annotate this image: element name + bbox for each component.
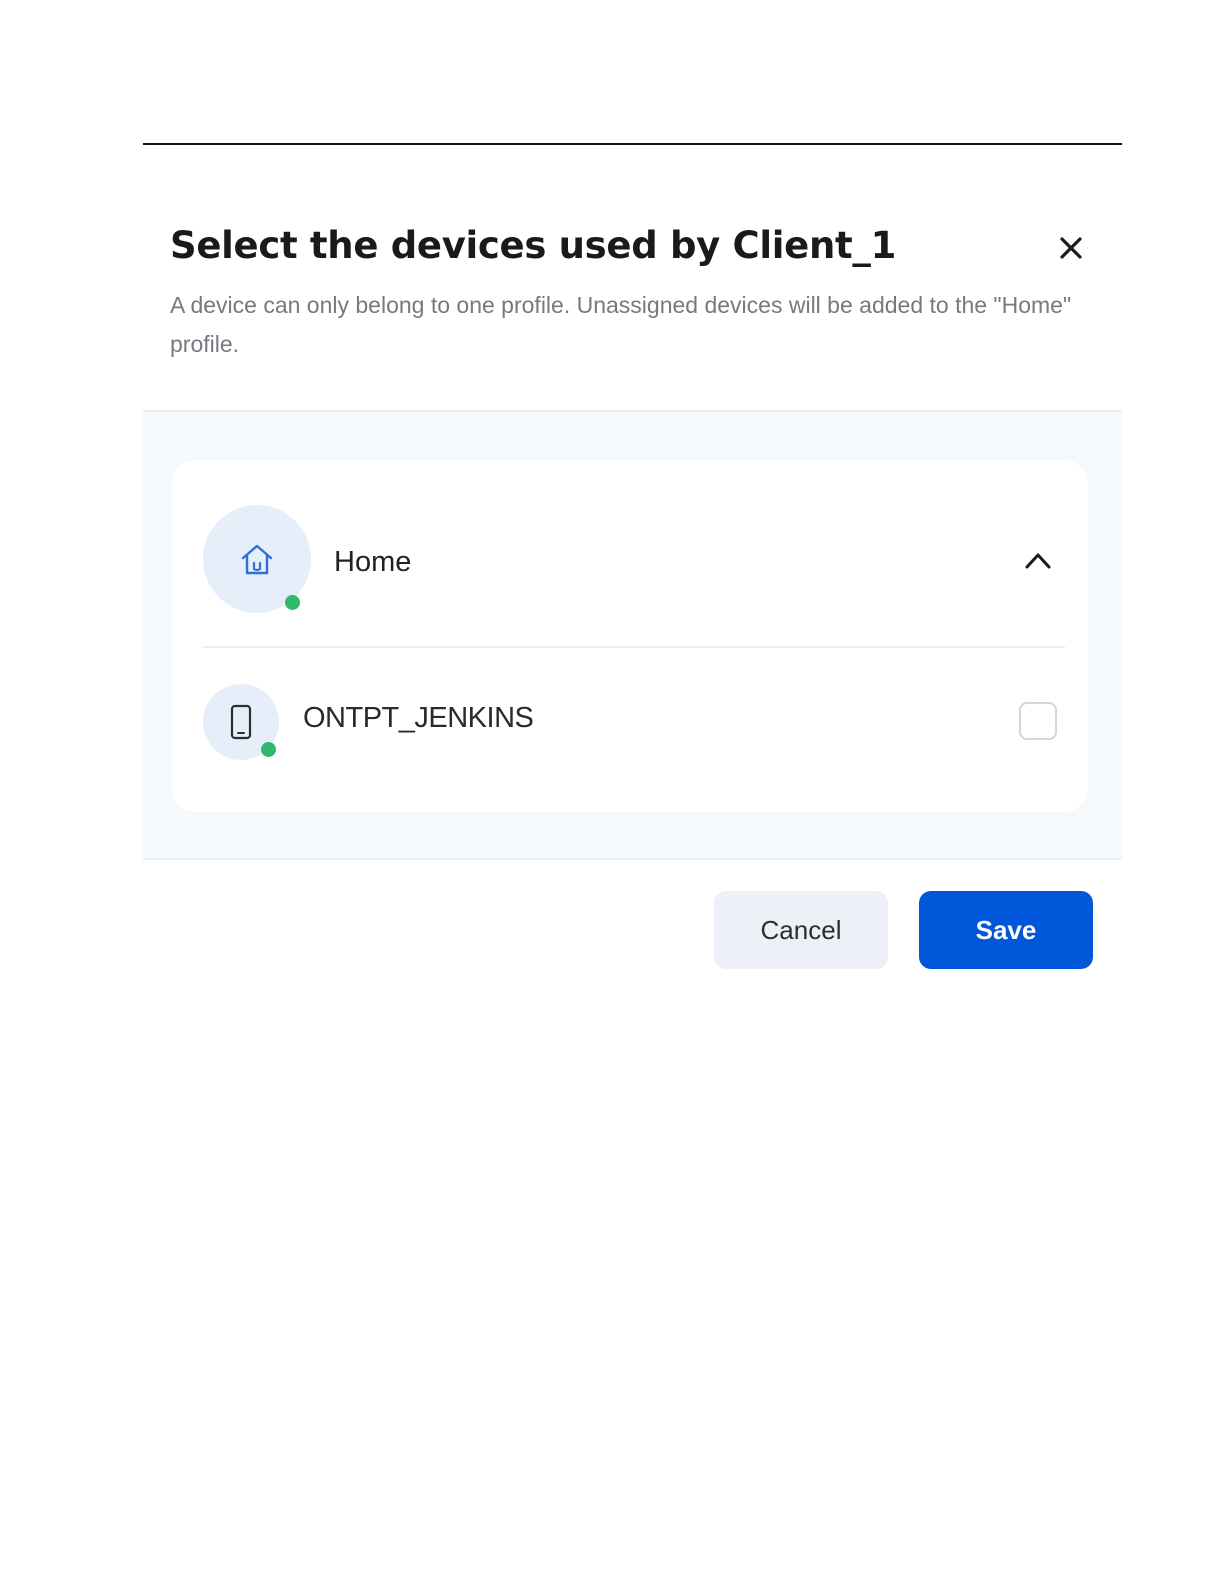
- device-name: ONTPT_JENKINS: [303, 702, 534, 734]
- profile-name: Home: [334, 546, 412, 578]
- profile-status-dot: [285, 595, 300, 610]
- save-button[interactable]: Save: [919, 891, 1093, 969]
- close-button[interactable]: [1053, 230, 1089, 266]
- device-checkbox[interactable]: [1019, 702, 1057, 740]
- cancel-button[interactable]: Cancel: [714, 891, 888, 969]
- page-divider: [143, 143, 1122, 145]
- device-list-area: Home ONTPT_JENKINS: [143, 410, 1122, 860]
- chevron-up-icon[interactable]: [1021, 546, 1055, 574]
- dialog-title: Select the devices used by Client_1: [170, 224, 897, 267]
- profile-avatar: [203, 505, 311, 613]
- profile-header-home[interactable]: Home: [172, 460, 1088, 646]
- device-avatar: [203, 684, 279, 760]
- select-devices-dialog: Select the devices used by Client_1 A de…: [143, 200, 1122, 1000]
- device-status-dot: [261, 742, 276, 757]
- profile-card: Home ONTPT_JENKINS: [172, 460, 1088, 812]
- home-icon: [241, 544, 273, 575]
- dialog-subtitle: A device can only belong to one profile.…: [170, 292, 1072, 357]
- list-item: ONTPT_JENKINS: [172, 648, 1088, 812]
- close-icon: [1060, 237, 1082, 259]
- smartphone-icon: [230, 704, 252, 740]
